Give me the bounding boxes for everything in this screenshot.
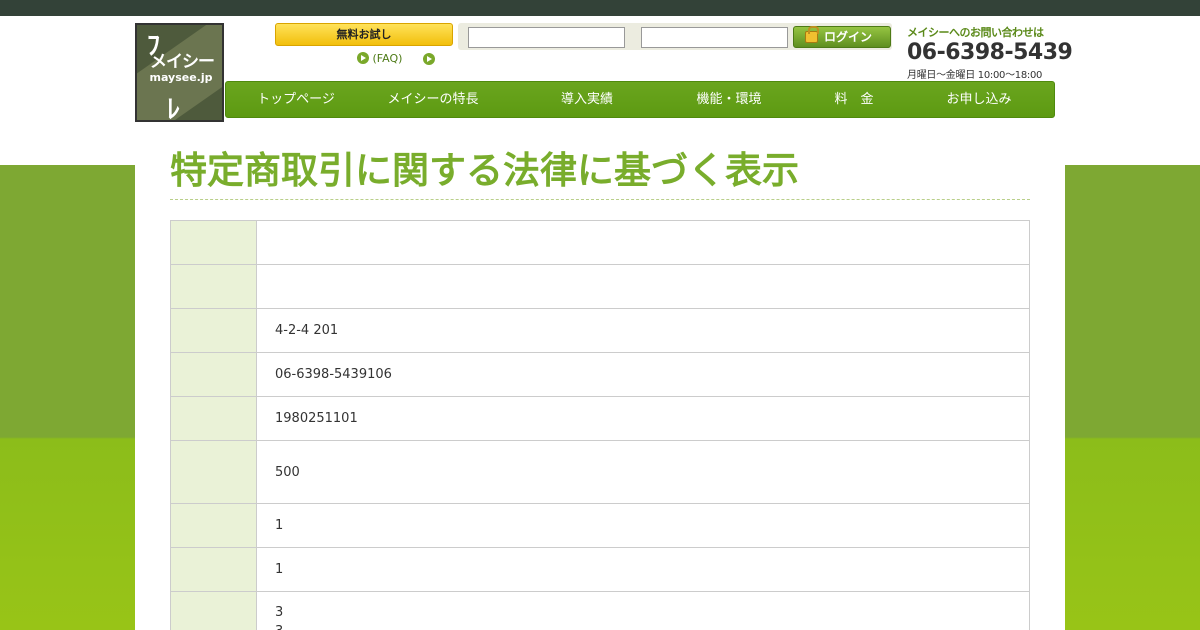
- nav-item-functions[interactable]: 機能・環境: [674, 82, 784, 117]
- table-row: 1: [170, 547, 1030, 592]
- nav-item-cases[interactable]: 導入実績: [500, 82, 674, 117]
- login-button-label: ログイン: [824, 30, 873, 44]
- site-logo[interactable]: ﾌ メイシー maysee.jp ﾚ: [135, 23, 224, 122]
- arrow-circle-icon: [357, 52, 369, 64]
- table-row-value: [256, 264, 1030, 309]
- faq-link[interactable]: (FAQ): [357, 52, 402, 66]
- free-trial-button[interactable]: 無料お試し: [275, 23, 453, 46]
- nav-item-apply[interactable]: お申し込み: [924, 82, 1034, 117]
- contact-title: メイシーへのお問い合わせは: [907, 26, 1044, 39]
- background-left: [0, 165, 135, 630]
- table-row-value: 06-6398-5439106: [256, 352, 1030, 397]
- table-row-header: [170, 440, 257, 504]
- login-id-input[interactable]: [468, 27, 625, 48]
- page-container: ﾌ メイシー maysee.jp ﾚ 無料お試し ログイン (FAQ) メイシー…: [135, 16, 1073, 630]
- table-row-value: [256, 220, 1030, 265]
- background-right: [1065, 165, 1200, 630]
- table-row-value: 1: [256, 547, 1030, 592]
- table-row-header: [170, 591, 257, 630]
- table-row: [170, 264, 1030, 309]
- table-row-header: [170, 352, 257, 397]
- nav-item-pricing[interactable]: 料 金: [784, 82, 924, 117]
- table-row-value: 4-2-4 201: [256, 308, 1030, 353]
- arrow-circle-icon[interactable]: [423, 53, 435, 65]
- logo-mark-bottom-icon: ﾚ: [167, 95, 181, 122]
- table-row-header: [170, 220, 257, 265]
- table-row: 3 3: [170, 591, 1030, 630]
- table-row-header: [170, 308, 257, 353]
- logo-subtext: maysee.jp: [149, 71, 213, 84]
- table-row-value: 500: [256, 440, 1030, 504]
- top-bar: [0, 0, 1200, 16]
- lock-icon: [805, 26, 819, 43]
- contact-phone[interactable]: 06-6398-5439: [907, 40, 1073, 66]
- table-row-header: [170, 396, 257, 441]
- table-row-value: 3 3: [256, 591, 1030, 630]
- login-password-input[interactable]: [641, 27, 788, 48]
- contact-info: メイシーへのお問い合わせは 06-6398-5439 月曜日〜金曜日 10:00…: [907, 24, 1073, 81]
- legal-info-table: 4-2-4 201 06-6398-5439106 1980251101 500 1 1 3…: [170, 220, 1030, 630]
- table-row-value: 1980251101: [256, 396, 1030, 441]
- table-row: 06-6398-5439106: [170, 352, 1030, 397]
- faq-link-label: (FAQ): [372, 52, 403, 65]
- main-nav: トップページ メイシーの特長 導入実績 機能・環境 料 金 お申し込み: [225, 81, 1055, 118]
- table-row: 4-2-4 201: [170, 308, 1030, 353]
- table-row-header: [170, 547, 257, 592]
- table-row-header: [170, 503, 257, 548]
- table-row: 1980251101: [170, 396, 1030, 441]
- table-row-header: [170, 264, 257, 309]
- nav-item-top[interactable]: トップページ: [226, 82, 366, 117]
- page-title: 特定商取引に関する法律に基づく表示: [170, 146, 1030, 200]
- login-button[interactable]: ログイン: [793, 26, 891, 48]
- table-row: 1: [170, 503, 1030, 548]
- table-row: [170, 220, 1030, 265]
- logo-text: メイシー: [150, 52, 215, 72]
- nav-item-features[interactable]: メイシーの特長: [366, 82, 500, 117]
- table-row: 500: [170, 440, 1030, 504]
- contact-hours: 月曜日〜金曜日 10:00〜18:00: [907, 70, 1043, 81]
- table-row-value: 1: [256, 503, 1030, 548]
